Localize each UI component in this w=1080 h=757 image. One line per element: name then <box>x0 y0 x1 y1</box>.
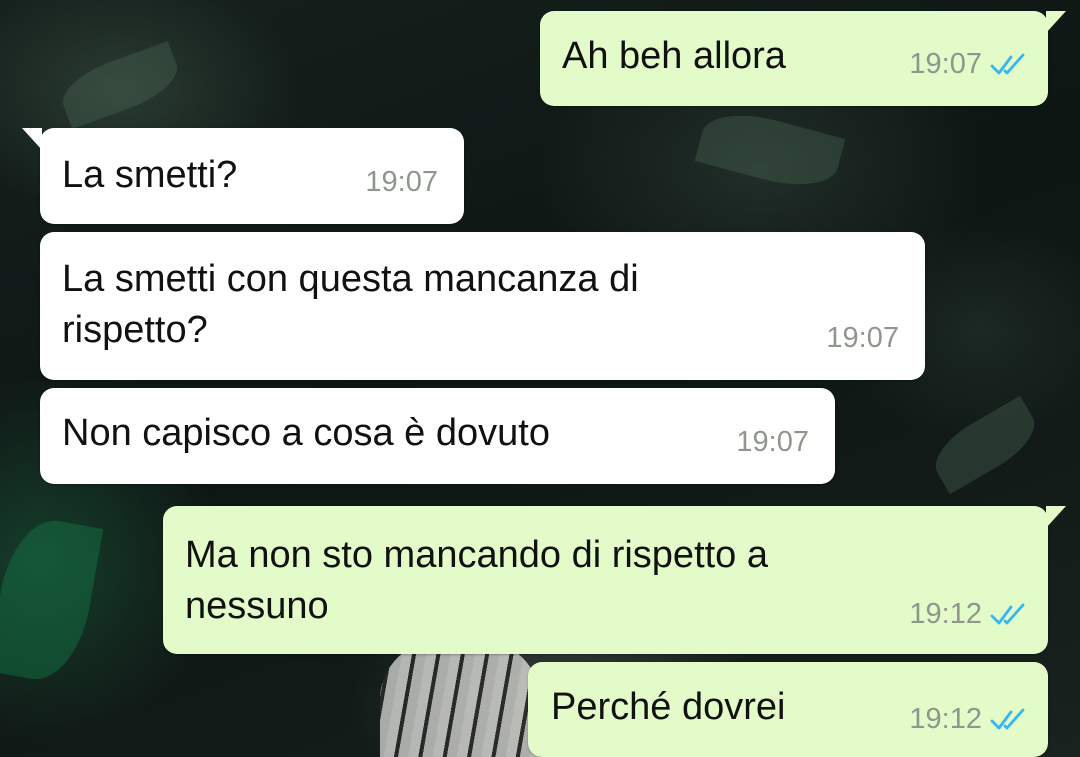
message-text: Ma non sto mancando di rispetto a nessun… <box>185 534 769 627</box>
wallpaper-tiger <box>380 640 540 757</box>
wallpaper-leaf <box>55 40 185 130</box>
message-meta: 19:12 <box>909 589 1028 640</box>
message-time: 19:07 <box>909 48 982 80</box>
wallpaper-leaf <box>924 395 1046 495</box>
message-meta: 19:07 <box>826 313 899 364</box>
message-text: Non capisco a cosa è dovuto <box>62 412 550 454</box>
message-time: 19:07 <box>365 166 438 198</box>
message-text: Ah beh allora <box>562 35 786 77</box>
wallpaper-leaf <box>694 102 846 198</box>
double-check-icon <box>990 53 1025 74</box>
message-bubble-incoming[interactable]: La smetti? 19:07 <box>22 128 464 224</box>
wallpaper-leaf <box>0 513 104 687</box>
message-meta: 19:07 <box>909 39 1028 90</box>
message-time: 19:12 <box>909 598 982 630</box>
double-check-icon <box>990 708 1025 729</box>
message-meta: 19:12 <box>909 694 1028 745</box>
chat-area[interactable]: Ah beh allora 19:07 La smetti? 19:07 La … <box>0 0 1080 757</box>
message-bubble-incoming[interactable]: Non capisco a cosa è dovuto 19:07 <box>40 388 835 484</box>
message-time: 19:12 <box>909 703 982 735</box>
message-bubble-outgoing[interactable]: Ma non sto mancando di rispetto a nessun… <box>163 506 1066 654</box>
message-text: La smetti con questa mancanza di rispett… <box>62 258 639 351</box>
message-meta: 19:07 <box>365 157 438 208</box>
double-check-icon <box>990 603 1025 624</box>
message-time: 19:07 <box>736 426 809 458</box>
message-text: Perché dovrei <box>551 686 786 728</box>
message-bubble-outgoing[interactable]: Perché dovrei 19:12 <box>528 662 1048 757</box>
message-text: La smetti? <box>62 154 238 196</box>
message-bubble-incoming[interactable]: La smetti con questa mancanza di rispett… <box>40 232 925 380</box>
message-bubble-outgoing[interactable]: Ah beh allora 19:07 <box>540 11 1066 106</box>
message-time: 19:07 <box>826 322 899 354</box>
message-meta: 19:07 <box>736 417 809 468</box>
